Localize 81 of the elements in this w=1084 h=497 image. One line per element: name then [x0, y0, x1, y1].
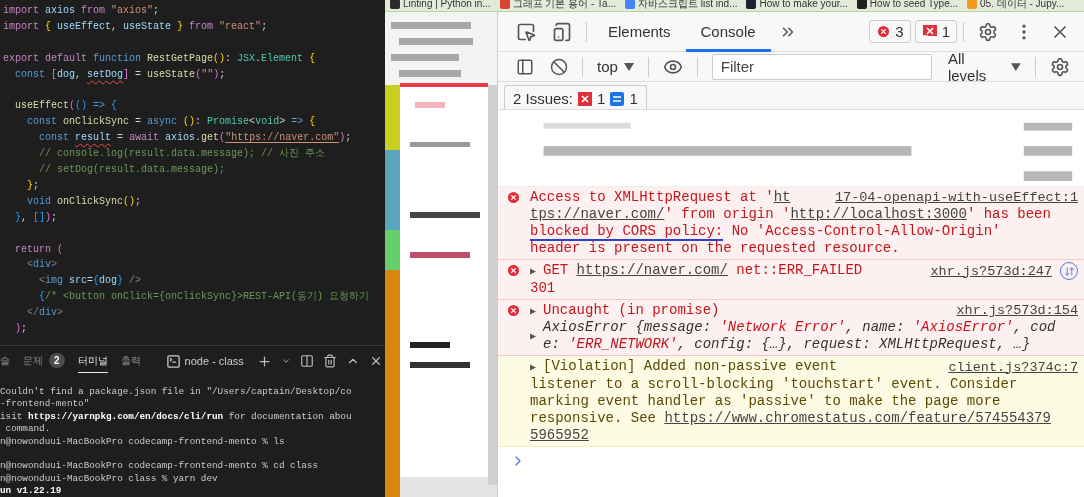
terminal-line: isit https://yarnpkg.com/en/docs/cli/run for documentation abou — [0, 410, 352, 424]
caret-icon[interactable] — [1011, 62, 1021, 71]
code-line: const [dog, setDog] = useState(""); — [14, 67, 226, 82]
panel-tab[interactable]: 터미널 — [77, 349, 108, 373]
console-text: Access to XMLHttpRequest at 'ht — [530, 189, 791, 206]
code-line: // setDog(result.data.message); — [38, 163, 226, 178]
link[interactable]: https://naver.com/ — [576, 262, 728, 278]
console-text: e: 'ERR_NETWORK', config: {…}, request: XMLHttpRequest, …} — [543, 336, 1032, 353]
expand-toggle[interactable]: ▶ — [530, 330, 543, 342]
filter-field[interactable]: Filter — [711, 53, 932, 80]
code-line: const onClickSync = async (): Promise<void> => { — [26, 115, 316, 130]
code-line: void onClickSync(); — [26, 194, 142, 209]
plus-icon[interactable] — [256, 353, 272, 369]
panel-tab[interactable]: 문제 2 — [23, 349, 65, 373]
terminal-name[interactable]: node - class — [184, 355, 244, 367]
panel-tab[interactable]: 술 — [0, 349, 10, 373]
link[interactable]: https://www.chromestatus.com/feature/574554379 — [664, 410, 1051, 426]
info-icon — [610, 91, 625, 106]
code-line: return ( — [14, 242, 64, 257]
code-line: <img src={dog} /> — [38, 274, 142, 289]
code-line: import axios from "axios"; — [3, 4, 160, 18]
link[interactable]: 5965952 — [530, 427, 589, 443]
terminal-line: Couldn't find a package.json file in "/Users/captain/Desktop/co — [0, 386, 352, 399]
console-text: AxiosError {message: 'Network Error', name: 'AxiosError', cod — [543, 319, 1057, 336]
terminal-line: un v1.22.19 — [0, 485, 62, 497]
bookmark[interactable]: Linting | Python in... — [390, 0, 491, 11]
code-line: useEffect(() => { — [14, 99, 118, 114]
context-dropdown[interactable]: top — [588, 58, 642, 75]
terminal-line: -frontend-mento" — [0, 398, 90, 411]
error-count-badge[interactable]: 3 — [869, 20, 911, 43]
source-link[interactable]: xhr.js?573d:247 — [930, 262, 1052, 280]
issue-count-badge[interactable]: 1 — [914, 20, 957, 43]
count-badge: 2 — [49, 353, 65, 368]
terminal-icon[interactable] — [165, 353, 181, 369]
code-line: ); — [14, 322, 28, 337]
console-text: Uncaught (in promise) — [543, 302, 720, 319]
split-icon[interactable] — [299, 354, 314, 368]
error-icon — [506, 303, 521, 318]
console-text: marking event handler as 'passive' to make the page more — [530, 393, 1002, 410]
code-line: }, []); — [14, 210, 58, 225]
code-line: }; — [26, 178, 40, 193]
link[interactable]: http://localhost:3000 — [790, 206, 967, 222]
code-line: import { useEffect, useState } from "react"; — [3, 19, 268, 34]
issue-icon — [578, 91, 593, 106]
code-line: <div> — [26, 258, 58, 273]
expand-toggle[interactable]: ▶ — [530, 304, 543, 317]
error-icon — [506, 190, 521, 205]
terminal-line: n@nowonduui-MacBookPro codecamp-frontend-mento % cd class — [0, 460, 318, 473]
issues-button[interactable]: 2 Issues: 1 1 — [504, 85, 647, 109]
error-icon — [876, 24, 892, 39]
console-text: ▶ GET https://naver.com/ net::ERR_FAILED — [530, 262, 863, 280]
bookmark[interactable]: How to seed Type... — [856, 0, 959, 11]
error-icon — [506, 263, 521, 278]
code-line: </div> — [26, 306, 64, 321]
terminal-line: n@nowonduui-MacBookPro class % yarn dev — [0, 472, 218, 486]
link[interactable]: ht — [773, 189, 791, 205]
issue-icon — [921, 24, 938, 39]
caret-icon[interactable] — [623, 62, 634, 71]
terminal-line: n@nowonduui-MacBookPro codecamp-frontend-mento % ls — [0, 435, 285, 449]
terminal-line: command. — [4, 423, 51, 436]
panel-tab[interactable]: 출력 — [120, 349, 141, 373]
code-line: export default function RestGetPage(): JSX.Element { — [3, 51, 316, 66]
source-link[interactable]: 17-04-openapi-with-useEffect:1 — [834, 189, 1078, 206]
console-text: header is present on the requested resource. — [530, 240, 901, 257]
link[interactable]: tps://naver.com/ — [530, 206, 665, 222]
trash-icon[interactable] — [322, 354, 337, 368]
console-text: responsive. See https://www.chromestatus.com/feature/574554379 — [530, 410, 1052, 427]
chevron-down-icon[interactable] — [280, 356, 291, 366]
console-text: 301 — [530, 280, 557, 297]
devtools-tab[interactable]: Elements — [593, 12, 686, 52]
source-link[interactable]: xhr.js?573d:154 — [956, 302, 1078, 319]
console-text: listener to a scroll-blocking 'touchstart' event. Consider — [530, 376, 1019, 393]
console-text: ▶ [Violation] Added non-passive event — [530, 358, 838, 376]
code-line: const result = await axios.get("https://naver.com"); — [38, 131, 352, 146]
source-link[interactable]: client.js?374c:7 — [948, 358, 1078, 376]
bookmark[interactable]: How to make your... — [746, 0, 848, 11]
levels-dropdown[interactable]: All levels — [939, 49, 1029, 84]
code-line: // console.log(result.data.message); // 사진 주소 — [38, 147, 326, 162]
console-text: blocked by CORS policy: No 'Access-Control-Allow-Origin' — [530, 223, 1002, 240]
console-text: tps://naver.com/' from origin 'http://localhost:3000' has been — [530, 206, 1052, 223]
code-line: {/* <button onClick={onClickSync}>REST-API(동기) 요청하기 — [38, 290, 370, 305]
